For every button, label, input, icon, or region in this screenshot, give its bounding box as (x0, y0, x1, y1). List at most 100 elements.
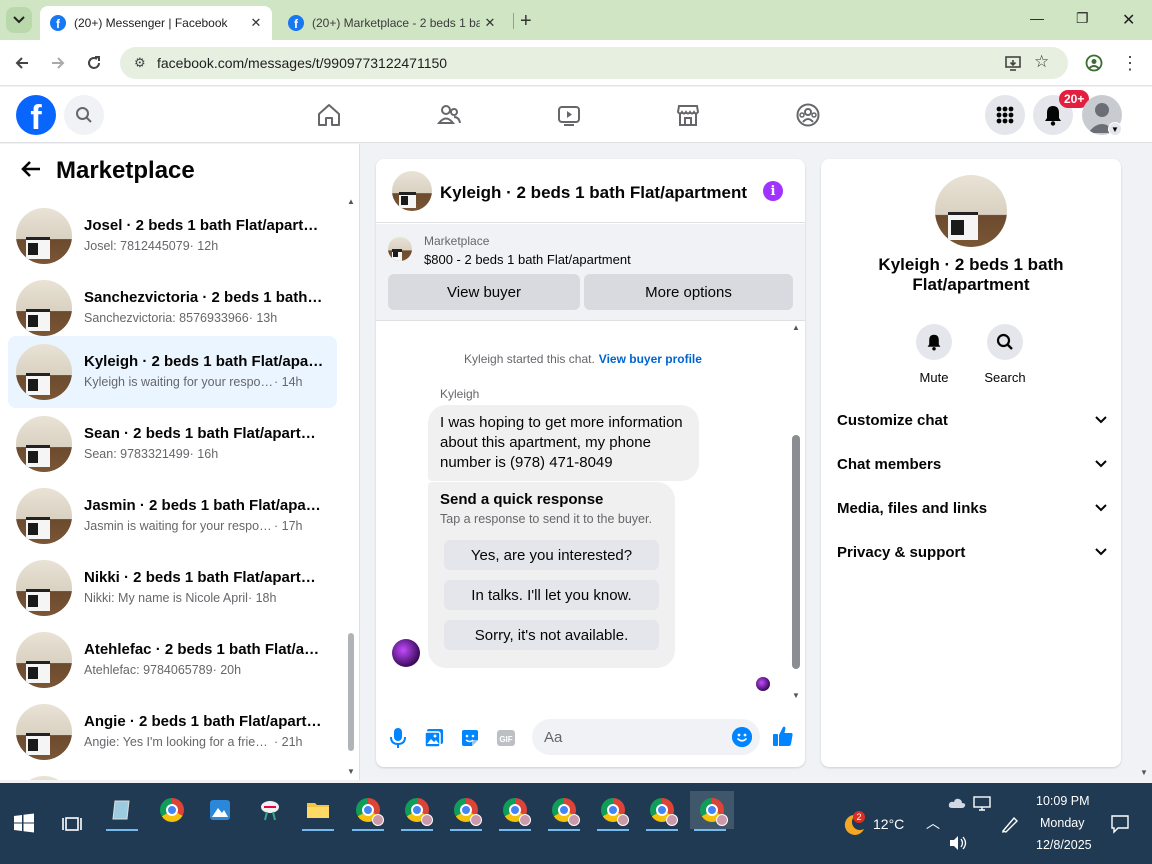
conversation-item[interactable]: Nikki · 2 beds 1 bath Flat/apartment Nik… (8, 552, 337, 624)
chrome-profile-icon[interactable] (593, 791, 633, 831)
sticker-icon[interactable] (459, 727, 481, 749)
install-app-icon[interactable] (1004, 54, 1022, 77)
mute-button[interactable]: Mute (904, 324, 964, 385)
clock-time[interactable]: 10:09 PM (1036, 794, 1090, 808)
conversation-item[interactable]: Jasmin · 2 beds 1 bath Flat/apartment Ja… (8, 480, 337, 552)
section-privacy-support[interactable]: Privacy & support (837, 538, 1107, 566)
incoming-message-bubble[interactable]: I was hoping to get more information abo… (428, 405, 699, 481)
tab-marketplace[interactable]: f (20+) Marketplace - 2 beds 1 bath ✕ (278, 6, 506, 40)
chrome-profile-icon[interactable] (642, 791, 682, 831)
scroll-down-icon[interactable]: ▼ (1140, 768, 1148, 777)
quick-response-button[interactable]: In talks. I'll let you know. (444, 580, 659, 610)
facebook-search-button[interactable] (64, 95, 104, 135)
address-bar[interactable]: ⚙ facebook.com/messages/t/99097731224711… (120, 47, 1068, 79)
listing-photo[interactable] (935, 175, 1007, 247)
marketplace-icon[interactable] (674, 101, 702, 129)
tray-overflow-chevron-icon[interactable]: ︿ (926, 813, 940, 833)
groups-icon[interactable] (794, 101, 822, 129)
restore-icon[interactable]: ❐ (1076, 10, 1089, 27)
url-text[interactable]: facebook.com/messages/t/9909773122471150 (157, 55, 447, 71)
friends-icon[interactable] (435, 101, 463, 129)
new-tab-plus-icon[interactable]: + (520, 10, 532, 33)
chrome-profile-icon[interactable] (446, 791, 486, 831)
facebook-logo-icon[interactable]: f (16, 95, 56, 135)
quick-response-button[interactable]: Sorry, it's not available. (444, 620, 659, 650)
listing-price-title[interactable]: $800 - 2 beds 1 bath Flat/apartment (424, 252, 631, 267)
tab-close-icon[interactable]: ✕ (480, 15, 500, 31)
account-caret-icon[interactable]: ▼ (1108, 122, 1122, 136)
chrome-profile-icon[interactable] (544, 791, 584, 831)
conversation-item[interactable]: Sanchezvictoria · 2 beds 1 bath Flat/apa… (8, 272, 337, 344)
emoji-icon[interactable] (732, 727, 752, 747)
task-view-icon[interactable] (52, 805, 92, 843)
tab-close-icon[interactable]: ✕ (246, 15, 266, 31)
info-icon[interactable]: i (763, 181, 783, 201)
message-input[interactable]: Aa (532, 719, 760, 755)
view-buyer-profile-link[interactable]: View buyer profile (599, 352, 702, 366)
sender-avatar[interactable] (392, 639, 420, 667)
minimize-icon[interactable]: — (1030, 10, 1044, 26)
window-close-icon[interactable]: ✕ (1122, 10, 1135, 30)
pen-icon[interactable] (1000, 814, 1020, 839)
chrome-profile-icon[interactable] (495, 791, 535, 831)
conversation-time: · 14h (274, 375, 303, 389)
snipping-tool-icon[interactable] (250, 791, 290, 829)
bookmark-star-icon[interactable]: ☆ (1034, 52, 1049, 72)
page-scrollbar[interactable]: ▼ (1138, 144, 1150, 780)
chrome-profile-icon[interactable] (348, 791, 388, 831)
clock-date[interactable]: 12/8/2025 (1036, 838, 1092, 852)
notebook-app-icon[interactable] (102, 791, 142, 831)
listing-thumbnail[interactable] (392, 171, 432, 211)
scroll-down-icon[interactable]: ▼ (792, 691, 800, 700)
chrome-profile-icon[interactable] (397, 791, 437, 831)
clock-day[interactable]: Monday (1040, 816, 1084, 830)
reload-icon[interactable] (84, 53, 104, 73)
section-chat-members[interactable]: Chat members (837, 450, 1107, 478)
windows-start-icon[interactable] (14, 813, 34, 838)
forward-arrow-icon[interactable] (48, 53, 68, 73)
scroll-up-icon[interactable]: ▲ (347, 197, 355, 206)
kebab-menu-icon[interactable]: ⋮ (1120, 53, 1140, 73)
chrome-app-icon[interactable] (152, 791, 192, 829)
search-in-chat-button[interactable]: Search (975, 324, 1035, 385)
back-arrow-icon[interactable] (12, 53, 32, 73)
menu-grid-button[interactable] (985, 95, 1025, 135)
conversation-item[interactable]: Atehlefac · 2 beds 1 bath Flat/apartment… (8, 624, 337, 696)
conversation-item[interactable]: Josel · 2 beds 1 bath Flat/apartment Jos… (8, 200, 337, 272)
scrollbar-thumb[interactable] (348, 633, 354, 751)
tab-messenger[interactable]: f (20+) Messenger | Facebook ✕ (40, 6, 272, 40)
network-icon[interactable] (973, 796, 991, 817)
file-explorer-icon[interactable] (298, 791, 338, 831)
quick-response-button[interactable]: Yes, are you interested? (444, 540, 659, 570)
microphone-icon[interactable] (387, 727, 409, 749)
photos-app-icon[interactable] (200, 791, 240, 829)
profile-icon[interactable] (1084, 53, 1104, 73)
onedrive-cloud-icon[interactable] (948, 796, 966, 814)
site-settings-icon[interactable]: ⚙ (134, 55, 146, 71)
temperature-text[interactable]: 12°C (873, 816, 904, 832)
gallery-icon[interactable] (423, 727, 445, 749)
chrome-profile-icon-active[interactable] (690, 791, 734, 831)
back-arrow-icon[interactable] (20, 158, 42, 186)
conversation-item[interactable]: Sean · 2 beds 1 bath Flat/apartment Sean… (8, 408, 337, 480)
scrollbar-thumb[interactable] (792, 435, 800, 669)
more-options-button[interactable]: More options (584, 274, 793, 310)
conversation-title[interactable]: Kyleigh · 2 beds 1 bath Flat/apartment (440, 183, 747, 203)
like-thumb-icon[interactable] (772, 725, 794, 747)
scroll-down-icon[interactable]: ▼ (347, 767, 355, 776)
view-buyer-button[interactable]: View buyer (388, 274, 580, 310)
watch-icon[interactable] (555, 101, 583, 129)
chat-list-scrollbar[interactable]: ▲ ▼ (347, 197, 355, 777)
section-media-files-links[interactable]: Media, files and links (837, 494, 1107, 522)
home-icon[interactable] (315, 101, 343, 129)
tab-search-button[interactable] (6, 7, 32, 33)
notification-center-icon[interactable] (1110, 814, 1130, 839)
scroll-up-icon[interactable]: ▲ (792, 323, 800, 332)
conversation-item-selected[interactable]: Kyleigh · 2 beds 1 bath Flat/apartment K… (8, 336, 337, 408)
conversation-item[interactable] (8, 768, 337, 780)
volume-icon[interactable] (948, 835, 968, 856)
gif-icon[interactable]: GIF (495, 727, 517, 749)
conversation-item[interactable]: Angie · 2 beds 1 bath Flat/apartment Ang… (8, 696, 337, 768)
message-scrollbar[interactable]: ▲ ▼ (790, 323, 802, 701)
section-customize-chat[interactable]: Customize chat (837, 406, 1107, 434)
